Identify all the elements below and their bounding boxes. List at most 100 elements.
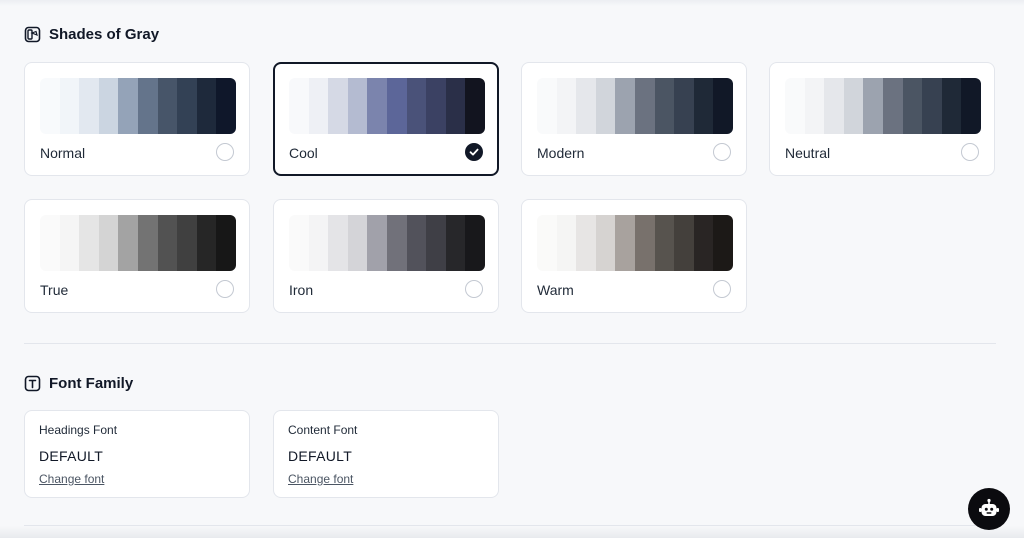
palette-card-modern[interactable]: Modern	[521, 62, 747, 176]
swatch	[674, 215, 694, 271]
palette-card-iron[interactable]: Iron	[273, 199, 499, 313]
swatch	[863, 78, 883, 134]
swatch	[634, 215, 655, 271]
radio-checked[interactable]	[465, 143, 483, 161]
swatch	[576, 215, 596, 271]
swatch	[537, 215, 557, 271]
swatch	[386, 78, 407, 134]
swatch	[426, 215, 446, 271]
swatch	[882, 78, 903, 134]
swatch	[465, 215, 485, 271]
swatch-strip	[40, 78, 236, 134]
swatch	[537, 78, 557, 134]
text-icon	[24, 375, 41, 392]
swatch	[674, 78, 694, 134]
robot-icon	[979, 498, 999, 516]
swatch	[615, 78, 635, 134]
headings-change-font-link[interactable]: Change font	[39, 472, 104, 486]
shades-section-header: Shades of Gray	[24, 26, 159, 43]
swatch	[576, 78, 596, 134]
swatch	[177, 78, 197, 134]
palette-card-neutral[interactable]: Neutral	[769, 62, 995, 176]
swatch	[157, 215, 178, 271]
swatch	[367, 215, 387, 271]
shades-section-title: Shades of Gray	[49, 26, 160, 43]
swatch	[328, 215, 348, 271]
swatch	[693, 78, 714, 134]
palette-icon	[24, 26, 41, 43]
swatch-strip	[289, 78, 485, 134]
assistant-button[interactable]	[968, 488, 1010, 530]
swatch	[785, 78, 805, 134]
swatch	[713, 78, 733, 134]
swatch	[693, 215, 714, 271]
swatch	[922, 78, 942, 134]
swatch	[289, 78, 309, 134]
top-shadow	[0, 0, 1024, 6]
swatch-strip	[537, 78, 733, 134]
swatch	[347, 215, 368, 271]
swatch	[308, 215, 329, 271]
swatch	[98, 78, 119, 134]
palette-label: Modern	[537, 145, 585, 161]
palette-label: Neutral	[785, 145, 831, 161]
swatch	[941, 78, 962, 134]
swatch	[79, 215, 99, 271]
palette-card-normal[interactable]: Normal	[24, 62, 250, 176]
swatch	[367, 78, 387, 134]
palette-card-warm[interactable]: Warm	[521, 199, 747, 313]
swatch	[445, 215, 466, 271]
swatch	[386, 215, 407, 271]
swatch	[465, 78, 485, 134]
radio-unchecked[interactable]	[216, 280, 234, 298]
swatch	[177, 215, 197, 271]
swatch	[328, 78, 348, 134]
palette-card-cool[interactable]: Cool	[273, 62, 499, 176]
palette-label: True	[40, 282, 69, 298]
palette-label: Cool	[289, 145, 318, 161]
swatch	[406, 215, 427, 271]
font-section-title: Font Family	[49, 375, 134, 392]
swatch	[426, 78, 446, 134]
headings-font-title: Headings Font	[39, 423, 118, 437]
radio-unchecked[interactable]	[465, 280, 483, 298]
content-font-card: Content Font DEFAULT Change font	[273, 410, 499, 498]
swatch-strip	[785, 78, 981, 134]
swatch	[216, 215, 236, 271]
swatch	[196, 78, 217, 134]
swatch	[98, 215, 119, 271]
swatch	[196, 215, 217, 271]
swatch	[654, 215, 675, 271]
swatch	[654, 78, 675, 134]
section-divider	[24, 343, 996, 344]
swatch	[289, 215, 309, 271]
swatch	[137, 78, 158, 134]
radio-unchecked[interactable]	[713, 143, 731, 161]
swatch	[40, 78, 60, 134]
content-change-font-link[interactable]: Change font	[288, 472, 353, 486]
swatch	[556, 215, 577, 271]
content-font-title: Content Font	[288, 423, 358, 437]
swatch	[137, 215, 158, 271]
swatch	[40, 215, 60, 271]
swatch	[118, 215, 138, 271]
swatch	[902, 78, 923, 134]
swatch	[824, 78, 844, 134]
check-icon	[469, 148, 479, 156]
swatch	[595, 215, 616, 271]
swatch	[961, 78, 981, 134]
swatch	[406, 78, 427, 134]
radio-unchecked[interactable]	[961, 143, 979, 161]
swatch	[445, 78, 466, 134]
palette-label: Warm	[537, 282, 574, 298]
radio-unchecked[interactable]	[713, 280, 731, 298]
radio-unchecked[interactable]	[216, 143, 234, 161]
palette-label: Normal	[40, 145, 86, 161]
swatch	[713, 215, 733, 271]
swatch	[308, 78, 329, 134]
palette-card-true[interactable]: True	[24, 199, 250, 313]
palette-label: Iron	[289, 282, 314, 298]
swatch-strip	[40, 215, 236, 271]
headings-font-value: DEFAULT	[39, 448, 104, 464]
bottom-fade	[0, 526, 1024, 538]
